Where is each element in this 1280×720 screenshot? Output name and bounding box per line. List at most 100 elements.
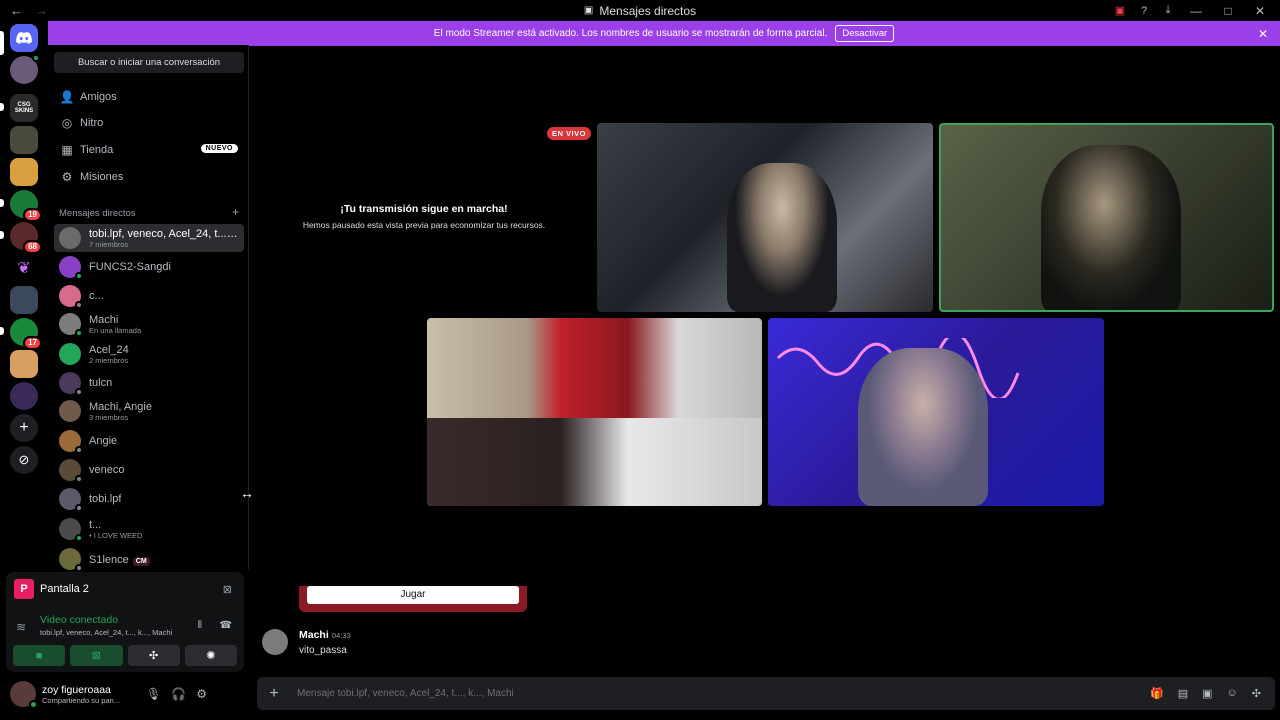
- csgo-skins-server[interactable]: CSG SKINS: [10, 94, 38, 122]
- soundboard-button[interactable]: ✺: [184, 645, 237, 666]
- user-avatar-server[interactable]: [10, 54, 40, 84]
- sticker-icon[interactable]: ▣: [1202, 687, 1212, 700]
- close-window-icon[interactable]: ✕: [1246, 2, 1274, 20]
- download-icon[interactable]: ⤓: [1158, 2, 1178, 20]
- server-icon[interactable]: 68: [10, 222, 42, 254]
- search-button[interactable]: Buscar o iniciar una conversación: [54, 52, 244, 73]
- server-icon[interactable]: [10, 126, 38, 154]
- forward-arrow-icon[interactable]: →: [35, 3, 48, 18]
- message-author[interactable]: Machi: [299, 629, 329, 641]
- new-badge: NUEVO: [200, 144, 238, 153]
- user-status: Compartiendo su pan...: [42, 695, 120, 705]
- server-icon[interactable]: [10, 382, 38, 410]
- active-pill: [0, 31, 4, 55]
- add-server-icon[interactable]: +: [10, 414, 38, 442]
- server-icon[interactable]: 17: [10, 318, 42, 350]
- dm-name: tobi.lpf: [89, 493, 122, 505]
- nitro-icon: ◎: [61, 116, 73, 130]
- dm-item[interactable]: FUNCS2-Sangdi: [54, 253, 244, 281]
- dm-item[interactable]: tulcn: [54, 369, 244, 397]
- headphones-icon[interactable]: 🎧: [171, 687, 186, 701]
- dm-item[interactable]: S1lence CM: [54, 545, 244, 573]
- server-icon[interactable]: [10, 350, 38, 378]
- status-dot: [75, 564, 83, 572]
- nav-quests[interactable]: ⚙ Misiones: [54, 165, 244, 189]
- dm-item[interactable]: Angie: [54, 427, 244, 455]
- voice-controls: ■ ⊠ ✣ ✺: [13, 645, 237, 666]
- status-dot: [75, 272, 83, 280]
- stop-stream-icon[interactable]: ⊠: [223, 583, 232, 596]
- dm-item[interactable]: tobi.lpf, veneco, Acel_24, t..., k... 7 m…: [54, 224, 244, 252]
- dm-name: Machi, Angie: [89, 400, 152, 413]
- message-avatar[interactable]: [262, 629, 288, 655]
- message-composer: + Mensaje tobi.lpf, veneco, Acel_24, t..…: [257, 677, 1275, 710]
- server-icon[interactable]: [10, 286, 38, 314]
- server-pill: [0, 231, 4, 239]
- bread-server-icon[interactable]: [10, 158, 38, 186]
- video-tile[interactable]: [768, 318, 1104, 506]
- nav-friends[interactable]: 👤 Amigos: [54, 85, 244, 109]
- activities-button[interactable]: ✣: [127, 645, 180, 666]
- mention-badge: 19: [23, 208, 42, 222]
- discover-icon[interactable]: ⊘: [10, 446, 38, 474]
- attach-plus-icon[interactable]: +: [257, 685, 291, 703]
- apps-icon[interactable]: ✣: [1252, 687, 1261, 700]
- dm-subtitle: En una llamada: [89, 325, 142, 335]
- dm-name: t...: [89, 518, 102, 531]
- emoji-icon[interactable]: ☺: [1227, 687, 1238, 700]
- butterfly-server-icon[interactable]: ❦: [10, 254, 38, 282]
- avatar[interactable]: [10, 681, 38, 709]
- avatar: [59, 227, 81, 249]
- close-icon[interactable]: ✕: [1258, 27, 1268, 41]
- video-tile-speaking[interactable]: [939, 123, 1274, 312]
- dm-item[interactable]: c...: [54, 282, 244, 310]
- dm-item[interactable]: Machi En una llamada: [54, 310, 244, 338]
- nav-label: Misiones: [80, 171, 124, 183]
- voice-status[interactable]: Video conectado: [40, 614, 118, 626]
- dm-item[interactable]: t... • I LOVE WEED: [54, 515, 244, 543]
- video-tile[interactable]: [427, 318, 762, 506]
- server-pill: [0, 327, 4, 335]
- dm-item[interactable]: veneco: [54, 456, 244, 484]
- play-button[interactable]: Jugar: [307, 586, 519, 604]
- back-arrow-icon[interactable]: ←: [10, 3, 23, 18]
- minimize-icon[interactable]: —: [1182, 2, 1210, 20]
- server-pill: [0, 199, 4, 207]
- status-dot: [75, 301, 83, 309]
- stream-icon[interactable]: ▣: [1110, 2, 1130, 20]
- server-pill: [0, 103, 4, 111]
- dm-name: Acel_24: [89, 343, 129, 356]
- soundboard-icon[interactable]: ⦀: [198, 620, 202, 631]
- deactivate-button[interactable]: Desactivar: [835, 25, 895, 42]
- nav-label: Amigos: [80, 91, 117, 103]
- nav-nitro[interactable]: ◎ Nitro: [54, 111, 244, 135]
- gift-icon[interactable]: 🎁: [1150, 687, 1164, 700]
- dm-header-label: Mensajes directos: [59, 208, 136, 219]
- avatar: [59, 488, 83, 512]
- gif-icon[interactable]: ▤: [1178, 687, 1188, 700]
- video-tile[interactable]: [597, 123, 933, 312]
- voice-panel: P Pantalla 2 ⊠ ≋ Video conectado tobi.lp…: [6, 572, 244, 672]
- dm-subtitle: 7 miembros: [89, 239, 129, 249]
- avatar: [59, 430, 83, 454]
- help-icon[interactable]: ?: [1134, 2, 1154, 20]
- add-dm-icon[interactable]: +: [232, 206, 239, 219]
- dm-name: S1lence: [89, 554, 129, 566]
- disconnect-icon[interactable]: ☎: [220, 620, 232, 631]
- dm-item[interactable]: tobi.lpf: [54, 485, 244, 513]
- server-icon[interactable]: 19: [10, 190, 42, 222]
- friends-icon: 👤: [59, 90, 75, 104]
- message-timestamp: 04:33: [332, 631, 351, 640]
- user-bar: zoy figueroaaa Compartiendo su pan... 🎙 …: [6, 674, 244, 714]
- camera-button[interactable]: ■: [13, 645, 66, 666]
- dm-item[interactable]: Acel_24 2 miembros: [54, 340, 244, 368]
- screen-share-button[interactable]: ⊠: [70, 645, 123, 666]
- microphone-icon[interactable]: 🎙: [146, 687, 161, 701]
- dm-item[interactable]: Machi, Angie 3 miembros: [54, 397, 244, 425]
- discord-home-icon[interactable]: [10, 24, 38, 52]
- nav-shop[interactable]: ▦ Tienda NUEVO: [54, 138, 244, 162]
- settings-gear-icon[interactable]: ⚙: [196, 687, 207, 701]
- maximize-icon[interactable]: □: [1214, 2, 1242, 20]
- message-input[interactable]: Mensaje tobi.lpf, veneco, Acel_24, t...,…: [297, 688, 1150, 699]
- voice-channel-members: tobi.lpf, veneco, Acel_24, t..., k..., M…: [40, 628, 173, 637]
